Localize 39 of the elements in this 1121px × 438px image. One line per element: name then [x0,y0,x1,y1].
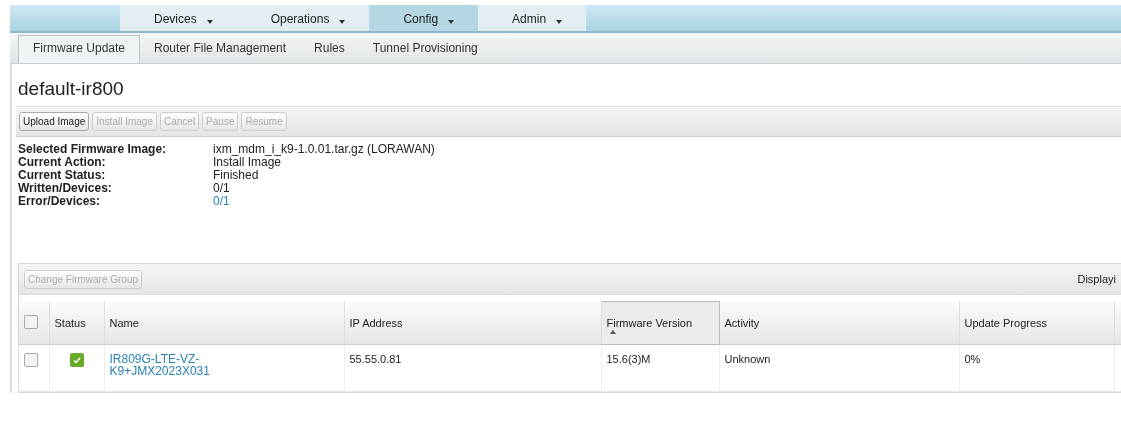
select-all-checkbox[interactable] [24,314,38,329]
tab[interactable]: Router File Management [140,36,301,63]
paging-text: Displayi [1077,273,1116,285]
tab[interactable]: Rules [300,36,359,63]
sort-icon [609,330,616,334]
caret-icon [448,20,455,24]
detail-label: Selected Firmware Image: [18,143,168,156]
column-header[interactable]: Status [49,301,104,345]
column-header[interactable]: Firmware Version [601,301,719,345]
page-title: default-ir800 [18,77,125,101]
tab[interactable]: Tunnel Provisioning [358,36,492,63]
table-cell: 0% [959,344,1114,392]
column-header[interactable]: Activity [719,301,959,345]
detail-value: Install Image [213,156,282,169]
detail-label: Error/Devices: [18,195,102,208]
tab[interactable]: Firmware Update [18,35,141,63]
column-header[interactable]: Update Progress [959,301,1114,345]
caret-icon [339,20,346,24]
row-checkbox[interactable] [24,353,38,367]
detail-value: 0/1 [213,182,231,195]
detail-label: Current Action: [18,156,107,169]
caret-icon [206,20,213,24]
device-link[interactable]: IR809G-LTE-VZ-K9+JMX2023X031 [109,353,250,377]
menu-item[interactable]: Admin [478,5,587,31]
detail-label: Current Status: [18,169,107,182]
detail-link[interactable]: 0/1 [213,195,1121,208]
column-header[interactable]: Name [104,301,344,345]
toolbar-button[interactable]: Upload Image [19,112,90,131]
menu-item[interactable]: Operations [236,5,370,31]
column-header[interactable]: IP Address [344,301,601,345]
menu-item[interactable]: Devices [120,5,237,31]
table-cell: Unknown [719,344,959,392]
menu-item[interactable]: Config [369,5,479,31]
detail-value: Finished [213,169,259,182]
table-cell: 55.55.0.81 [344,344,601,392]
detail-value: ixm_mdm_i_k9-1.0.01.tar.gz (LORAWAN) [213,143,436,156]
detail-label: Written/Devices: [18,182,113,195]
caret-icon [556,20,563,24]
table-cell: 15.6(3)M [601,344,719,392]
